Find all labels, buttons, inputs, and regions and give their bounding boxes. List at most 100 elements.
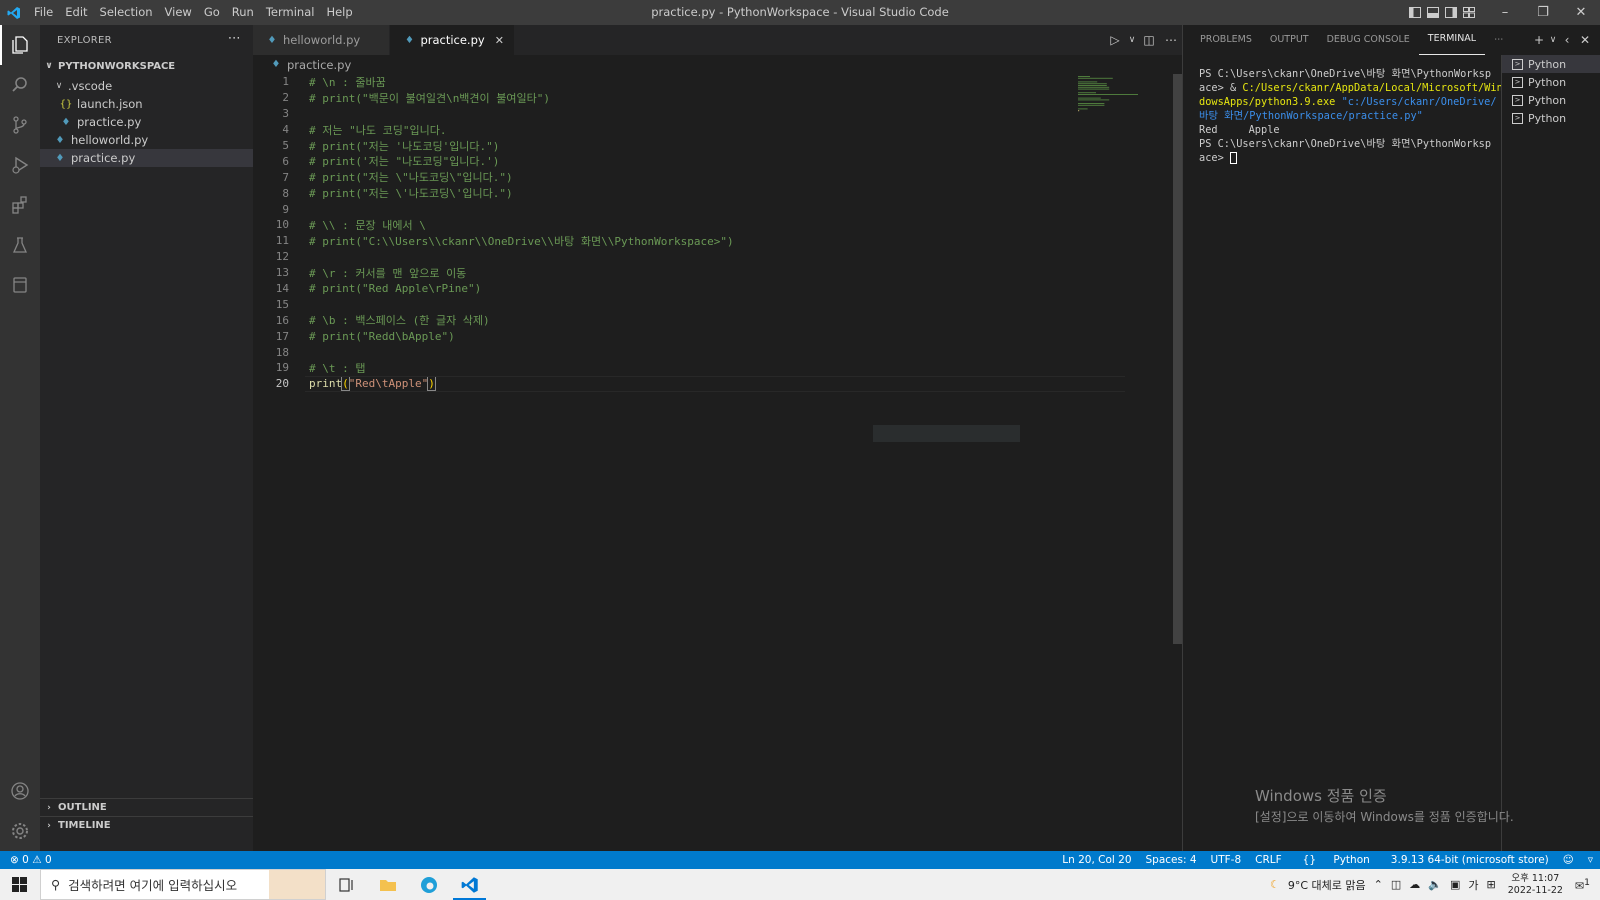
outline-section[interactable]: › OUTLINE — [40, 798, 253, 816]
menu-view[interactable]: View — [159, 0, 198, 25]
folder-vscode[interactable]: ∨ .vscode — [40, 77, 253, 95]
close-tab-icon[interactable]: ✕ — [495, 34, 504, 47]
code-line-13[interactable]: 13 # \r : 커서를 맨 앞으로 이동 — [253, 265, 1182, 281]
language-mode[interactable]: {} Python — [1289, 854, 1384, 866]
file-launch-json[interactable]: {} launch.json — [40, 95, 253, 113]
code-line-2[interactable]: 2 # print("백문이 불여일견\n백견이 불여일타") — [253, 90, 1182, 106]
toggle-secondary-sidebar-icon[interactable] — [1442, 0, 1460, 25]
code-area[interactable]: 1 # \n : 줄바꿈 2 # print("백문이 불여일견\n백견이 불여일타"… — [253, 74, 1182, 392]
tab-output[interactable]: OUTPUT — [1261, 25, 1318, 55]
code-line-7[interactable]: 7 # print("저는 \"나도코딩\"입니다.") — [253, 169, 1182, 185]
menu-go[interactable]: Go — [198, 0, 226, 25]
code-line-1[interactable]: 1 # \n : 줄바꿈 — [253, 74, 1182, 90]
code-line-15[interactable]: 15 — [253, 296, 1182, 312]
code-line-17[interactable]: 17 # print("Redd\bApple") — [253, 328, 1182, 344]
menu-selection[interactable]: Selection — [94, 0, 159, 25]
network-devices-icon[interactable]: ◫ — [1387, 878, 1405, 891]
close-panel-icon[interactable]: ✕ — [1576, 33, 1594, 47]
run-debug-icon[interactable] — [0, 145, 40, 185]
chevron-up-icon[interactable]: ⌃ — [1370, 878, 1387, 891]
terminal-output[interactable]: PS C:\Users\ckanr\OneDrive\바탕 화면\PythonW… — [1199, 67, 1503, 165]
testing-flask-icon[interactable] — [0, 225, 40, 265]
more-actions-icon[interactable]: ⋯ — [228, 31, 241, 46]
notification-center-icon[interactable]: ✉1 — [1571, 877, 1600, 893]
extensions-icon[interactable] — [0, 185, 40, 225]
terminal-instance[interactable]: > Python — [1502, 91, 1600, 109]
weather-icon[interactable]: ☾ — [1266, 878, 1284, 891]
end-of-line[interactable]: CRLF — [1248, 854, 1289, 866]
workspace-root[interactable]: ∨ PYTHONWORKSPACE — [40, 55, 253, 77]
settings-gear-icon[interactable] — [0, 811, 40, 851]
chevron-down-icon[interactable]: ∨ — [1548, 35, 1558, 45]
terminal-instance[interactable]: > Python — [1502, 109, 1600, 127]
more-actions-icon[interactable]: ⋯ — [1485, 25, 1513, 55]
terminal-instance[interactable]: > Python — [1502, 55, 1600, 73]
code-line-11[interactable]: 11 # print("C:\\Users\\ckanr\\OneDrive\\바… — [253, 233, 1182, 249]
clock[interactable]: 오후 11:07 2022-11-22 — [1500, 873, 1571, 897]
notifications-bell-icon[interactable]: ▿ — [1581, 854, 1600, 866]
cloud-icon[interactable]: ☁ — [1405, 878, 1424, 891]
task-view-icon[interactable] — [326, 869, 367, 900]
account-icon[interactable] — [0, 771, 40, 811]
split-editor-icon[interactable]: ◫ — [1138, 33, 1160, 47]
keyboard-layout-icon[interactable]: ⊞ — [1483, 878, 1500, 891]
code-line-6[interactable]: 6 # print('저는 "나도코딩"입니다.') — [253, 153, 1182, 169]
tab-practice[interactable]: ♦ practice.py ✕ — [390, 25, 515, 55]
code-line-18[interactable]: 18 — [253, 344, 1182, 360]
file-practice[interactable]: ♦ practice.py — [40, 149, 253, 167]
restore-icon[interactable]: ❐ — [1524, 0, 1562, 25]
edge-browser-icon[interactable] — [408, 869, 449, 900]
customize-layout-icon[interactable] — [1460, 0, 1478, 25]
tab-debug-console[interactable]: DEBUG CONSOLE — [1318, 25, 1419, 55]
close-window-icon[interactable]: ✕ — [1562, 0, 1600, 25]
minimize-icon[interactable]: – — [1486, 0, 1524, 25]
python-interpreter[interactable]: 3.9.13 64-bit (microsoft store) — [1384, 854, 1556, 866]
terminal-instance[interactable]: > Python — [1502, 73, 1600, 91]
minimap[interactable] — [1076, 74, 1172, 114]
source-control-icon[interactable] — [0, 105, 40, 145]
menu-terminal[interactable]: Terminal — [260, 0, 321, 25]
code-line-8[interactable]: 8 # print("저는 \'나도코딩\'입니다.") — [253, 185, 1182, 201]
taskbar-search-box[interactable]: ⚲ 검색하려면 여기에 입력하십시오 — [40, 869, 326, 900]
breadcrumb[interactable]: ♦ practice.py — [253, 55, 1182, 74]
code-line-3[interactable]: 3 — [253, 106, 1182, 122]
weather-text[interactable]: 9°C 대체로 맑음 — [1284, 877, 1370, 893]
file-vscode-practice[interactable]: ♦ practice.py — [40, 113, 253, 131]
file-helloworld[interactable]: ♦ helloworld.py — [40, 131, 253, 149]
tab-problems[interactable]: PROBLEMS — [1191, 25, 1261, 55]
tab-terminal[interactable]: TERMINAL — [1418, 25, 1486, 55]
more-actions-icon[interactable]: ⋯ — [1160, 33, 1182, 47]
file-encoding[interactable]: UTF-8 — [1204, 854, 1249, 866]
editor-scrollbar[interactable] — [1173, 74, 1182, 644]
volume-icon[interactable]: 🔈 — [1424, 878, 1446, 891]
indentation[interactable]: Spaces: 4 — [1139, 854, 1204, 866]
code-line-12[interactable]: 12 — [253, 249, 1182, 265]
menu-file[interactable]: File — [28, 0, 59, 25]
problems-status[interactable]: ⊗ 0 ⚠ 0 — [0, 854, 52, 866]
toggle-sidebar-icon[interactable] — [1406, 0, 1424, 25]
code-line-9[interactable]: 9 — [253, 201, 1182, 217]
chevron-down-icon[interactable]: ∨ — [1126, 35, 1138, 45]
collapse-panel-icon[interactable]: ‹ — [1558, 33, 1576, 47]
file-explorer-icon[interactable] — [367, 869, 408, 900]
search-icon[interactable] — [0, 65, 40, 105]
network-icon[interactable]: ▣ — [1446, 878, 1464, 891]
run-python-file-icon[interactable]: ▷ — [1104, 33, 1126, 47]
menu-help[interactable]: Help — [320, 0, 358, 25]
code-line-5[interactable]: 5 # print("저는 '나도코딩'입니다.") — [253, 138, 1182, 154]
tab-helloworld[interactable]: ♦ helloworld.py ✕ — [253, 25, 391, 55]
cursor-position[interactable]: Ln 20, Col 20 — [1055, 854, 1138, 866]
feedback-icon[interactable]: ☺ — [1556, 854, 1581, 866]
code-line-19[interactable]: 19 # \t : 탭 — [253, 360, 1182, 376]
code-line-10[interactable]: 10 # \\ : 문장 내에서 \ — [253, 217, 1182, 233]
timeline-section[interactable]: › TIMELINE — [40, 816, 253, 834]
ime-indicator[interactable]: 가 — [1464, 877, 1482, 893]
add-terminal-icon[interactable]: + — [1530, 33, 1548, 47]
windows-start-icon[interactable] — [0, 869, 40, 900]
explorer-icon[interactable] — [0, 25, 40, 65]
menu-edit[interactable]: Edit — [59, 0, 93, 25]
code-line-16[interactable]: 16 # \b : 백스페이스 (한 글자 삭제) — [253, 312, 1182, 328]
toggle-panel-icon[interactable] — [1424, 0, 1442, 25]
menu-run[interactable]: Run — [226, 0, 260, 25]
vscode-taskbar-icon[interactable] — [449, 869, 490, 900]
